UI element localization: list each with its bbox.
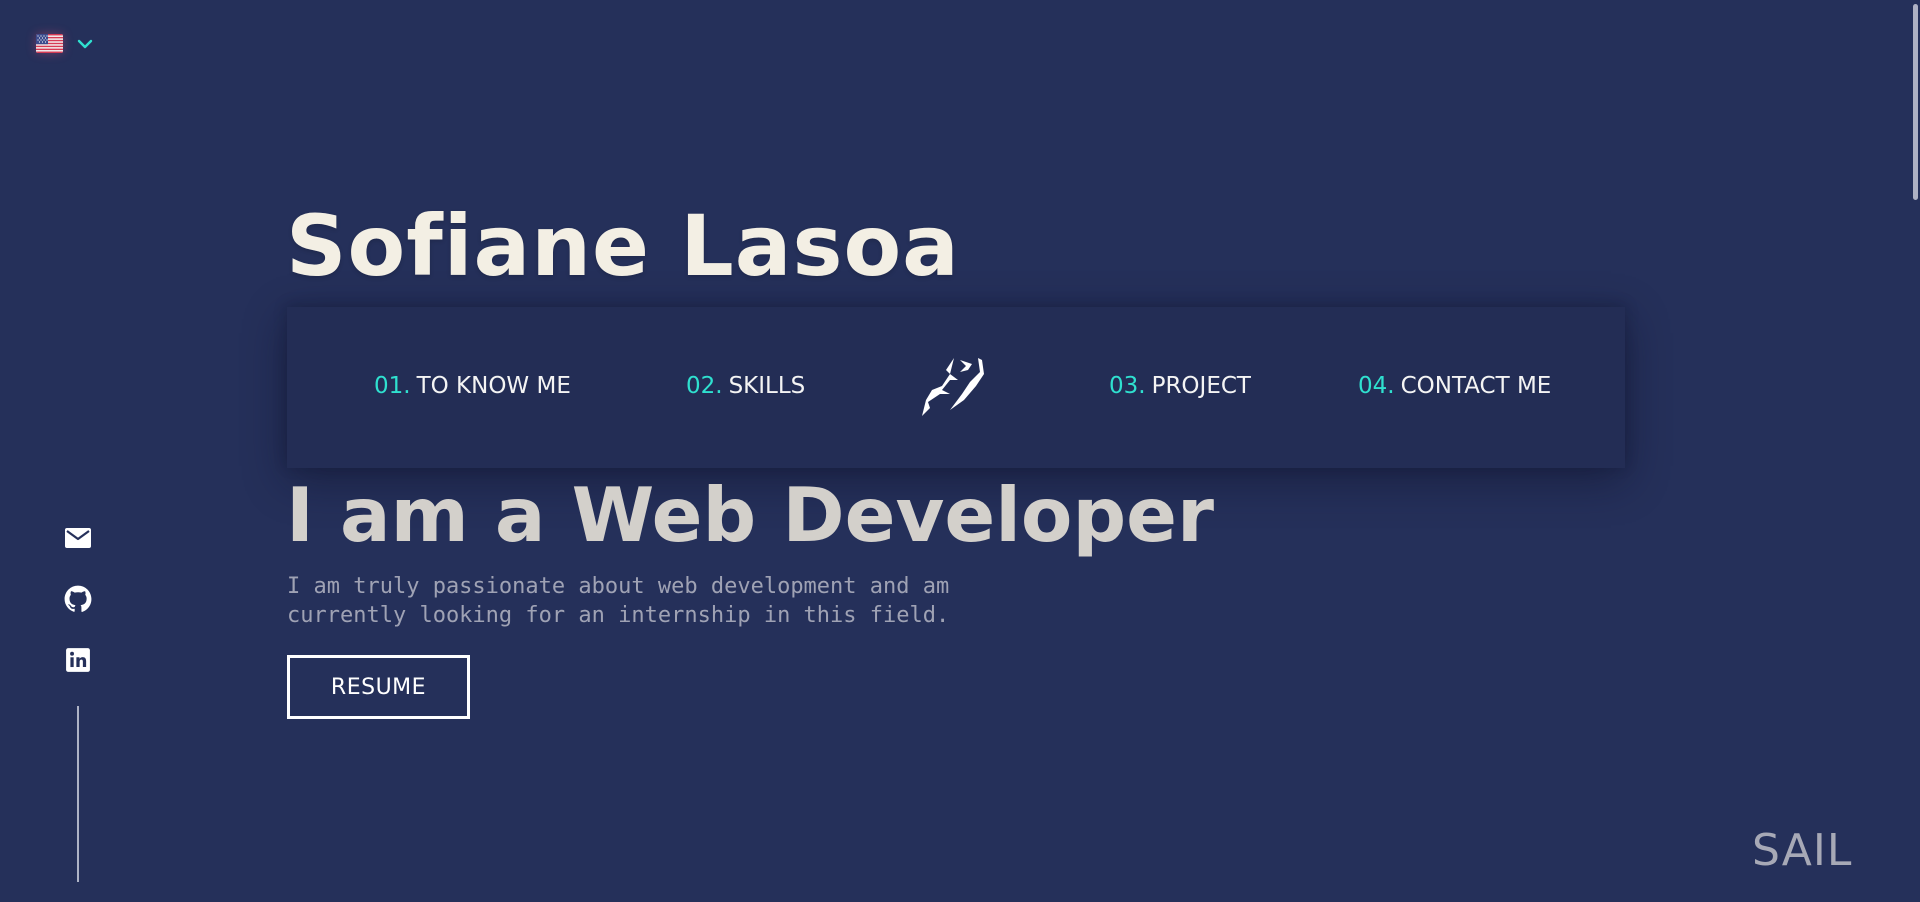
nav-number: 03. [1109, 373, 1146, 399]
nav-item-project[interactable]: 03. PROJECT [1109, 371, 1251, 401]
nav-number: 01. [374, 373, 411, 399]
resume-button[interactable]: RESUME [287, 655, 470, 719]
nav-label: PROJECT [1151, 373, 1251, 399]
nav-label: CONTACT ME [1400, 373, 1552, 399]
sidebar-divider-line [77, 706, 79, 882]
role-heading: I am a Web Developer [286, 471, 1214, 559]
nav-item-to-know-me[interactable]: 01. TO KNOW ME [374, 371, 571, 401]
nav-number: 04. [1358, 373, 1395, 399]
language-selector[interactable] [36, 34, 93, 53]
nav-item-contact-me[interactable]: 04. CONTACT ME [1358, 371, 1551, 401]
sl-monogram-logo[interactable] [920, 350, 986, 424]
us-flag-icon [36, 34, 63, 53]
nav-label: SKILLS [728, 373, 806, 399]
chevron-down-icon[interactable] [77, 38, 93, 50]
portfolio-page: Sofiane Lasoa 01. TO KNOW ME 02. SKILLS 03… [0, 0, 1920, 902]
intro-line-2: currently looking for an internship in t… [287, 603, 950, 628]
nav-number: 02. [686, 373, 723, 399]
scrollbar[interactable] [1911, 0, 1920, 902]
social-links [62, 524, 94, 882]
mail-icon[interactable] [64, 524, 92, 552]
page-title: Sofiane Lasoa [286, 197, 960, 295]
github-icon[interactable] [64, 585, 92, 613]
brand-watermark: SAIL [1752, 825, 1853, 876]
scrollbar-thumb[interactable] [1913, 4, 1918, 200]
main-nav: 01. TO KNOW ME 02. SKILLS 03. PROJECT 04. CO… [287, 307, 1625, 468]
nav-label: TO KNOW ME [416, 373, 571, 399]
linkedin-icon[interactable] [64, 646, 92, 674]
intro-description: I am truly passionate about web developm… [287, 572, 1007, 630]
intro-line-1: I am truly passionate about web developm… [287, 574, 950, 599]
nav-item-skills[interactable]: 02. SKILLS [686, 371, 805, 401]
